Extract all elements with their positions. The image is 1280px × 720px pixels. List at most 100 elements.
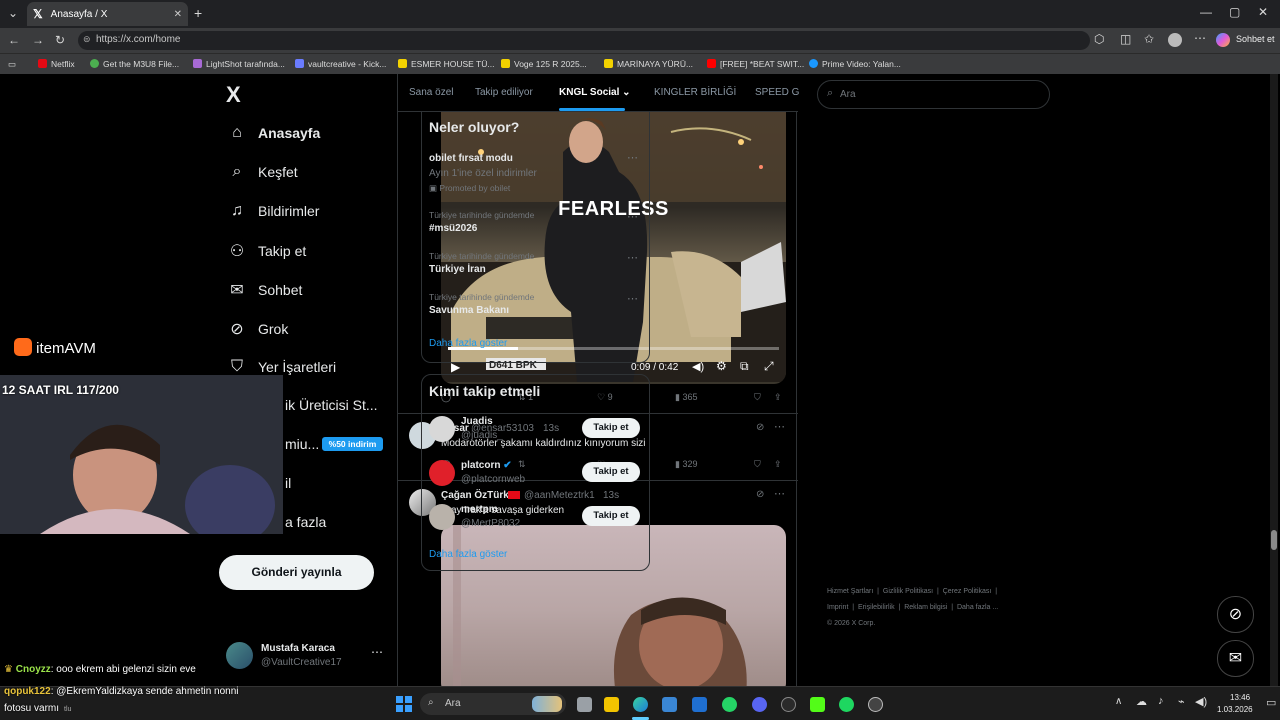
- grok-icon[interactable]: ⊘: [756, 422, 764, 433]
- nav-bookmarks[interactable]: ⛉ Yer İşaretleri: [226, 358, 336, 376]
- steam-icon[interactable]: [781, 697, 796, 712]
- tab-kngl-social[interactable]: KNGL Social ⌄: [559, 87, 631, 98]
- pip-icon[interactable]: ⧉: [740, 359, 749, 374]
- split-icon[interactable]: ◫: [1120, 32, 1131, 46]
- nav-notifications[interactable]: ♫ Bildirimler: [226, 202, 319, 220]
- nav-follow[interactable]: ⚇ Takip et: [226, 241, 306, 261]
- clock-time[interactable]: 13:46: [1230, 693, 1250, 702]
- forward-icon[interactable]: →: [32, 33, 44, 47]
- more-icon[interactable]: ⋯: [371, 645, 383, 659]
- bookmark-netflix[interactable]: Netflix: [38, 59, 75, 69]
- media-player-icon[interactable]: [868, 697, 883, 712]
- nav-creator-studio[interactable]: ik Üreticisi St...: [285, 397, 378, 413]
- follow-suggestion[interactable]: platcorn ✔ @platcornweb Takip et: [422, 457, 649, 489]
- spotify-icon[interactable]: [839, 697, 854, 712]
- site-info-icon[interactable]: ⊜: [83, 34, 91, 45]
- search-input[interactable]: Ara: [840, 89, 856, 100]
- nav-more[interactable]: a fazla: [285, 514, 326, 530]
- file-explorer-icon[interactable]: [604, 697, 619, 712]
- share-icon[interactable]: ⇪: [774, 392, 782, 403]
- back-icon[interactable]: ←: [8, 33, 20, 47]
- sidebar-toggle-icon[interactable]: ▭: [8, 59, 16, 70]
- nav-profile[interactable]: il: [285, 475, 291, 491]
- fullscreen-icon[interactable]: ⤢: [764, 359, 774, 374]
- network-icon[interactable]: ⌁: [1178, 695, 1185, 708]
- show-more-link[interactable]: Daha fazla göster: [429, 549, 507, 560]
- taskbar-search[interactable]: ⌕ Ara: [420, 693, 566, 715]
- views-action[interactable]: ▮ 365: [675, 392, 698, 403]
- clock-date[interactable]: 1.03.2026: [1217, 705, 1253, 714]
- footer-link[interactable]: Gizlilik Politikası: [883, 588, 933, 595]
- volume-icon[interactable]: ◀): [692, 360, 704, 373]
- footer-link[interactable]: Imprint: [827, 604, 848, 611]
- follow-button[interactable]: Takip et: [582, 462, 640, 482]
- minimize-icon[interactable]: —: [1200, 5, 1212, 19]
- discord-icon[interactable]: [752, 697, 767, 712]
- share-icon[interactable]: ⇪: [774, 459, 782, 470]
- chat-button[interactable]: Sohbet et: [1236, 34, 1275, 44]
- bookmark-kick[interactable]: vaultcreative - Kick...: [295, 59, 386, 69]
- footer-link[interactable]: Çerez Politikası: [943, 588, 992, 595]
- views-action[interactable]: ▮ 329: [675, 459, 698, 470]
- bookmark-esmer[interactable]: ESMER HOUSE TÜ...: [398, 59, 494, 69]
- address-bar[interactable]: ⊜ https://x.com/home: [78, 31, 1090, 50]
- more-icon[interactable]: ⋯: [627, 292, 638, 305]
- tab-kingler[interactable]: KINGLER BİRLİĞİ: [654, 87, 736, 98]
- search-box[interactable]: ⌕ Ara: [817, 80, 1050, 109]
- bookmark-icon[interactable]: ⛉: [754, 392, 761, 403]
- close-tab-icon[interactable]: ✕: [174, 9, 182, 20]
- store-icon[interactable]: [662, 697, 677, 712]
- post-button[interactable]: Gönderi yayınla: [219, 555, 374, 590]
- x-logo[interactable]: X: [226, 82, 241, 108]
- windows-start-icon[interactable]: [396, 696, 412, 712]
- more-icon[interactable]: ⋯: [1194, 31, 1206, 45]
- follow-button[interactable]: Takip et: [582, 418, 640, 438]
- trend-item[interactable]: Türkiye tarihinde gündemde #msü2026 ⋯: [422, 210, 649, 244]
- settings-icon[interactable]: ⚙: [716, 359, 727, 373]
- grok-icon[interactable]: ⊘: [756, 489, 764, 500]
- more-icon[interactable]: ⋯: [627, 251, 638, 264]
- restore-icon[interactable]: ▢: [1229, 5, 1240, 19]
- grok-fab-icon[interactable]: ⊘: [1217, 596, 1254, 633]
- more-icon[interactable]: ⋯: [627, 210, 638, 223]
- tray-app-icon[interactable]: ☁: [1136, 695, 1147, 708]
- kick-app-icon[interactable]: [810, 697, 825, 712]
- bookmark-lightshot[interactable]: LightShot tarafında...: [193, 59, 285, 69]
- task-view-icon[interactable]: [577, 697, 592, 712]
- new-tab-icon[interactable]: +: [194, 5, 202, 21]
- bookmark-beat[interactable]: [FREE] *BEAT SWIT...: [707, 59, 804, 69]
- tab-speed[interactable]: SPEED G: [755, 87, 799, 98]
- footer-link[interactable]: Daha fazla ...: [957, 604, 998, 611]
- bookmark-voge[interactable]: Voge 125 R 2025...: [501, 59, 587, 69]
- outlook-icon[interactable]: [692, 697, 707, 712]
- scrollbar-thumb[interactable]: [1271, 530, 1277, 550]
- nav-chat[interactable]: ✉ Sohbet: [226, 280, 302, 300]
- nav-home[interactable]: ⌂ Anasayfa: [226, 124, 320, 142]
- show-more-link[interactable]: Daha fazla göster: [429, 338, 507, 349]
- edge-icon[interactable]: [633, 697, 648, 712]
- reload-icon[interactable]: ↻: [55, 33, 65, 47]
- volume-icon[interactable]: ◀): [1195, 695, 1207, 708]
- tab-menu-icon[interactable]: ⌄: [8, 6, 18, 20]
- profile-avatar[interactable]: [1168, 33, 1182, 47]
- bookmark-prime[interactable]: Prime Video: Yalan...: [809, 59, 901, 69]
- nav-explore[interactable]: ⌕ Keşfet: [226, 163, 298, 181]
- trend-item[interactable]: obilet fırsat modu Ayın 1'ine özel indir…: [422, 149, 649, 195]
- nav-premium[interactable]: miu...: [285, 436, 319, 452]
- footer-link[interactable]: Reklam bilgisi: [904, 604, 947, 611]
- tab-following[interactable]: Takip ediliyor: [475, 87, 533, 98]
- account-switcher[interactable]: Mustafa Karaca @VaultCreative17 ⋯: [226, 641, 386, 673]
- follow-suggestion[interactable]: Juadis @juadis_ Takip et: [422, 413, 649, 445]
- bookmark-icon[interactable]: ⛉: [754, 459, 761, 470]
- whatsapp-icon[interactable]: [722, 697, 737, 712]
- tray-chevron-icon[interactable]: ∧: [1115, 696, 1122, 707]
- trend-item[interactable]: Türkiye tarihinde gündemde Savunma Bakan…: [422, 292, 649, 326]
- follow-button[interactable]: Takip et: [582, 506, 640, 526]
- messages-fab-icon[interactable]: ✉: [1217, 640, 1254, 677]
- follow-suggestion[interactable]: mertpm @MertP8032 Takip et: [422, 501, 649, 533]
- favorites-icon[interactable]: ✩: [1144, 32, 1154, 46]
- bookmark-m3u8[interactable]: Get the M3U8 File...: [90, 59, 179, 69]
- more-icon[interactable]: ⋯: [627, 151, 638, 164]
- more-icon[interactable]: ⋯: [774, 420, 785, 433]
- nav-grok[interactable]: ⊘ Grok: [226, 319, 288, 339]
